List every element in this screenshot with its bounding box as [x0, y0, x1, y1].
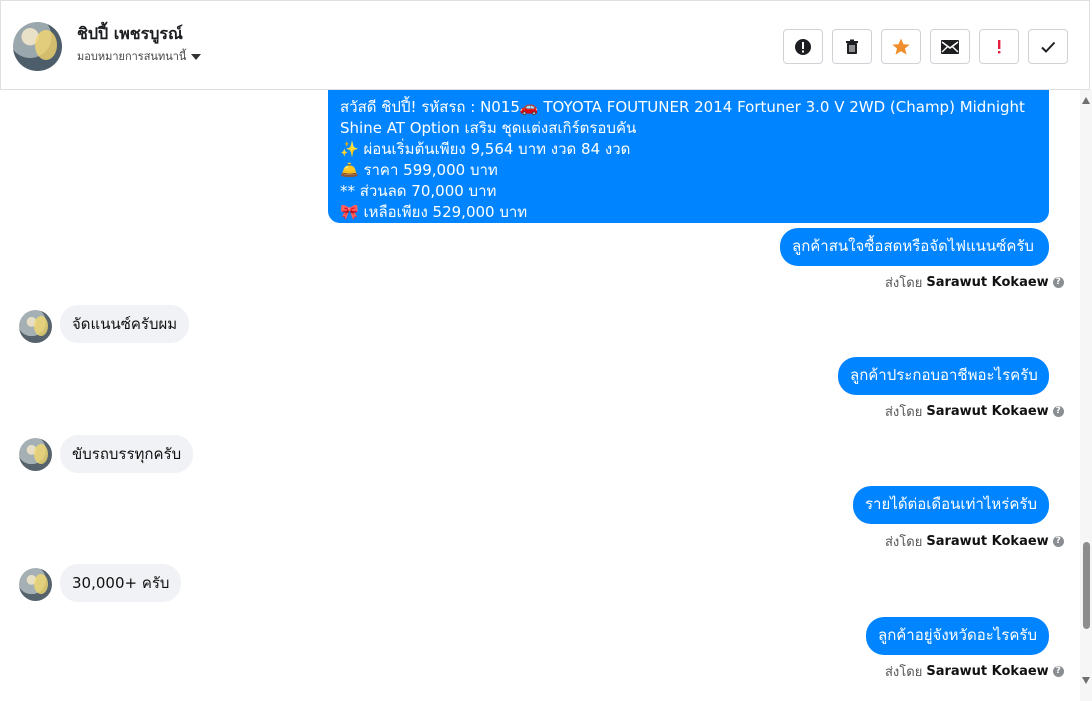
outgoing-message: รายได้ต่อเดือนเท่าไหร่ครับ	[853, 486, 1049, 524]
exclamation-icon	[998, 39, 1001, 53]
sent-by-label: ส่งโดย Sarawut Kokaew ?	[885, 272, 1064, 293]
conversation-header: ชิปปี้ เพชรบูรณ์ มอบหมายการสนทนานี้	[0, 0, 1090, 90]
mark-spam-button[interactable]	[783, 29, 823, 64]
sent-by-label: ส่งโดย Sarawut Kokaew ?	[885, 661, 1064, 682]
sender-name: Sarawut Kokaew	[926, 275, 1049, 290]
contact-avatar-small[interactable]	[19, 568, 52, 601]
contact-avatar[interactable]	[13, 22, 62, 71]
mark-unread-button[interactable]	[930, 29, 970, 64]
message-line: 🎀 เหลือเพียง 529,000 บาท	[340, 203, 528, 221]
outgoing-message: ลูกค้าประกอบอาชีพอะไรครับ	[838, 357, 1049, 395]
sender-name: Sarawut Kokaew	[926, 664, 1049, 679]
sent-by-label: ส่งโดย Sarawut Kokaew ?	[885, 401, 1064, 422]
delete-button[interactable]	[832, 29, 872, 64]
mail-icon	[941, 39, 959, 54]
message-line: 🛎️ ราคา 599,000 บาท	[340, 161, 498, 179]
help-icon[interactable]: ?	[1052, 406, 1064, 417]
incoming-message: ขับรถบรรทุกครับ	[60, 435, 194, 473]
sender-name: Sarawut Kokaew	[926, 404, 1049, 419]
help-icon[interactable]: ?	[1052, 536, 1064, 547]
contact-avatar-small[interactable]	[19, 310, 52, 343]
message-line: Shine AT Option เสริม ชุดแต่งสเกิร์ตรอบค…	[340, 119, 637, 137]
outgoing-message-long: สวัสดี ชิปปี้! รหัสรถ : N015🚗 TOYOTA FOU…	[328, 90, 1049, 223]
sent-by-prefix: ส่งโดย	[885, 535, 923, 550]
sent-by-label: ส่งโดย Sarawut Kokaew ?	[885, 531, 1064, 552]
scroll-thumb[interactable]	[1083, 542, 1090, 629]
star-icon	[892, 38, 910, 55]
scroll-down-arrow[interactable]	[1082, 677, 1090, 684]
assign-conversation-dropdown[interactable]: มอบหมายการสนทนานี้	[77, 47, 202, 65]
outgoing-message: ลูกค้าอยู่จังหวัดอะไรครับ	[866, 617, 1049, 655]
incoming-message: 30,000+ ครับ	[60, 564, 182, 602]
chevron-down-icon	[191, 54, 202, 60]
follow-up-button[interactable]	[979, 29, 1019, 64]
scroll-up-arrow[interactable]	[1082, 97, 1090, 104]
help-icon[interactable]: ?	[1052, 277, 1064, 288]
message-thread[interactable]: สวัสดี ชิปปี้! รหัสรถ : N015🚗 TOYOTA FOU…	[0, 90, 1080, 701]
assign-label: มอบหมายการสนทนานี้	[77, 50, 187, 63]
sent-by-prefix: ส่งโดย	[885, 405, 923, 420]
sent-by-prefix: ส่งโดย	[885, 665, 923, 680]
check-icon	[1041, 41, 1056, 53]
mark-done-button[interactable]	[1028, 29, 1068, 64]
trash-icon	[846, 39, 858, 54]
message-line: ** ส่วนลด 70,000 บาท	[340, 182, 497, 200]
message-line: สวัสดี ชิปปี้! รหัสรถ : N015🚗 TOYOTA FOU…	[340, 98, 1025, 116]
sent-by-prefix: ส่งโดย	[885, 276, 923, 291]
message-line: ✨ ผ่อนเริ่มต้นเพียง 9,564 บาท งวด 84 งวด	[340, 140, 631, 158]
help-icon[interactable]: ?	[1052, 666, 1064, 677]
sender-name: Sarawut Kokaew	[926, 534, 1049, 549]
contact-name[interactable]: ชิปปี้ เพชรบูรณ์	[77, 22, 183, 47]
incoming-message: จัดแนนซ์ครับผม	[60, 305, 190, 343]
contact-avatar-small[interactable]	[19, 438, 52, 471]
outgoing-message: ลูกค้าสนใจซื้อสดหรือจัดไฟแนนซ์ครับ	[780, 228, 1049, 266]
star-button[interactable]	[881, 29, 921, 64]
thread-scrollbar[interactable]	[1080, 90, 1092, 701]
alert-circle-icon	[795, 38, 811, 55]
conversation-actions	[783, 29, 1068, 64]
